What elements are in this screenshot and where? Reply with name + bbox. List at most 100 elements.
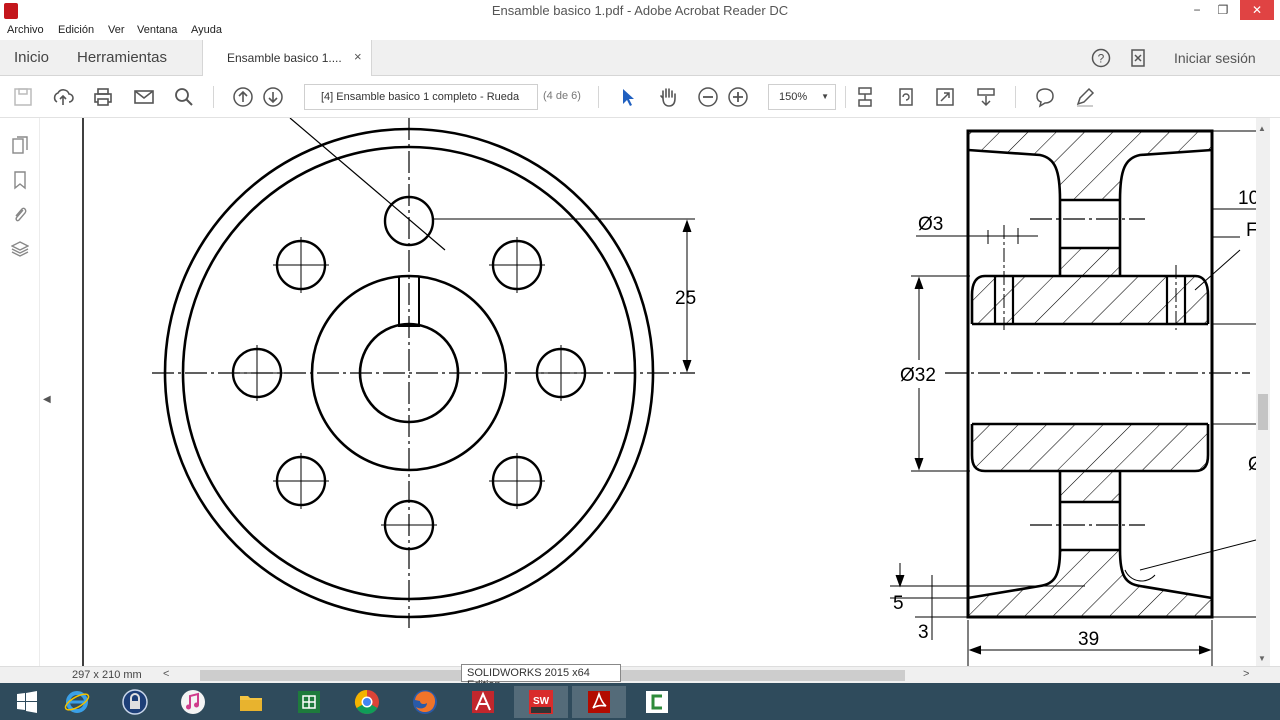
taskbar: SW xyxy=(0,683,1280,720)
hand-tool-icon[interactable] xyxy=(657,86,679,108)
camtasia-icon xyxy=(646,691,668,713)
taskbar-chrome[interactable] xyxy=(340,686,394,718)
acrobat-icon xyxy=(588,691,610,713)
mobile-link-icon[interactable] xyxy=(1128,48,1148,68)
front-view xyxy=(152,118,695,628)
dimension-diameter-3: Ø3 xyxy=(918,214,943,235)
tab-herramientas[interactable]: Herramientas xyxy=(77,49,167,66)
page-size-label: 297 x 210 mm xyxy=(72,669,142,681)
next-page-icon[interactable] xyxy=(262,86,284,108)
upload-cloud-icon[interactable] xyxy=(52,86,74,108)
help-icon[interactable]: ? xyxy=(1091,48,1111,68)
highlight-pen-icon[interactable] xyxy=(1074,86,1096,108)
signin-link[interactable]: Iniciar sesión xyxy=(1174,50,1256,66)
tab-document-label: Ensamble basico 1.... xyxy=(227,51,342,65)
pdf-page: 25 Ø3 Ø32 5 3 39 10 F Ø xyxy=(56,118,1256,666)
tab-inicio[interactable]: Inicio xyxy=(14,49,49,66)
zoom-select[interactable]: 150% ▼ xyxy=(768,84,836,110)
zoom-out-icon[interactable] xyxy=(697,86,719,108)
file-explorer-icon xyxy=(240,696,262,711)
read-mode-icon[interactable] xyxy=(975,86,997,108)
rotate-page-icon[interactable] xyxy=(895,86,917,108)
page-count: (4 de 6) xyxy=(543,90,581,102)
menu-edicion[interactable]: Edición xyxy=(58,24,94,36)
bookmark-icon[interactable] xyxy=(11,170,29,190)
left-sidebar xyxy=(0,118,40,666)
menu-ayuda[interactable]: Ayuda xyxy=(191,24,222,36)
autocad-icon xyxy=(472,691,494,713)
taskbar-camtasia[interactable] xyxy=(630,686,684,718)
vertical-scroll-thumb[interactable] xyxy=(1258,394,1268,430)
close-button[interactable]: ✕ xyxy=(1240,0,1274,20)
scroll-up-icon[interactable]: ▲ xyxy=(1258,124,1266,133)
scroll-right-icon[interactable]: > xyxy=(1243,668,1249,680)
taskbar-file-explorer[interactable] xyxy=(224,686,278,718)
solidworks-icon: SW xyxy=(529,690,553,714)
sidebar-collapse-icon[interactable]: ◀ xyxy=(43,394,51,405)
taskbar-excel[interactable] xyxy=(282,686,336,718)
menu-bar: Archivo Edición Ver Ventana Ayuda xyxy=(0,22,1280,40)
tab-bar: Inicio Herramientas Ensamble basico 1...… xyxy=(0,40,1280,76)
scroll-left-icon[interactable]: < xyxy=(163,668,169,680)
window-title: Ensamble basico 1.pdf - Adobe Acrobat Re… xyxy=(491,3,789,18)
vertical-scrollbar[interactable]: ▲ ▼ xyxy=(1256,118,1270,666)
taskbar-internet-explorer[interactable] xyxy=(50,686,104,718)
search-icon[interactable] xyxy=(173,86,195,108)
taskbar-autocad[interactable] xyxy=(456,686,510,718)
toolbar-separator xyxy=(598,86,599,108)
menu-ver[interactable]: Ver xyxy=(108,24,125,36)
acrobat-window: Ensamble basico 1.pdf - Adobe Acrobat Re… xyxy=(0,0,1280,720)
excel-icon xyxy=(298,691,320,713)
taskbar-keepass[interactable] xyxy=(108,686,162,718)
technical-drawing: 25 Ø3 Ø32 5 3 39 10 F Ø xyxy=(82,118,1256,666)
toolbar: [4] Ensamble basico 1 completo - Rueda (… xyxy=(0,76,1280,118)
dimension-39: 39 xyxy=(1078,629,1099,650)
dimension-25: 25 xyxy=(675,288,696,309)
dimension-10-partial: 10 xyxy=(1238,188,1256,209)
dimension-diameter-32: Ø32 xyxy=(900,365,936,386)
zoom-value: 150% xyxy=(779,91,808,103)
full-screen-icon[interactable] xyxy=(934,86,956,108)
menu-archivo[interactable]: Archivo xyxy=(7,24,44,36)
internet-explorer-icon xyxy=(64,691,90,713)
layers-icon[interactable] xyxy=(11,239,29,259)
toolbar-separator xyxy=(213,86,214,108)
taskbar-firefox[interactable] xyxy=(398,686,452,718)
toolbar-separator xyxy=(1015,86,1016,108)
email-icon[interactable] xyxy=(133,86,155,108)
comment-icon[interactable] xyxy=(1034,86,1056,108)
previous-page-icon[interactable] xyxy=(232,86,254,108)
tab-document[interactable]: Ensamble basico 1.... × xyxy=(202,40,372,76)
keepass-icon xyxy=(122,689,148,715)
tab-close-button[interactable]: × xyxy=(354,49,362,64)
restore-button[interactable]: ❐ xyxy=(1208,0,1238,20)
taskbar-acrobat[interactable] xyxy=(572,686,626,718)
status-bar: 297 x 210 mm < > xyxy=(0,666,1280,683)
itunes-icon xyxy=(181,690,205,714)
taskbar-solidworks[interactable]: SW xyxy=(514,686,568,718)
title-bar: Ensamble basico 1.pdf - Adobe Acrobat Re… xyxy=(0,0,1280,22)
select-arrow-icon[interactable] xyxy=(617,86,639,108)
chrome-icon xyxy=(354,690,379,715)
start-button[interactable] xyxy=(0,686,54,718)
menu-ventana[interactable]: Ventana xyxy=(137,24,177,36)
page-title-field[interactable]: [4] Ensamble basico 1 completo - Rueda xyxy=(304,84,538,110)
save-icon[interactable] xyxy=(12,86,34,108)
print-icon[interactable] xyxy=(92,86,114,108)
taskbar-itunes[interactable] xyxy=(166,686,220,718)
dimension-3: 3 xyxy=(918,622,929,643)
zoom-in-icon[interactable] xyxy=(727,86,749,108)
dimension-5: 5 xyxy=(893,593,904,614)
scroll-down-icon[interactable]: ▼ xyxy=(1258,654,1266,663)
chevron-down-icon: ▼ xyxy=(821,92,829,101)
dimension-f-partial: F xyxy=(1246,220,1256,241)
taskbar-tooltip: SOLIDWORKS 2015 x64 Edition xyxy=(461,664,621,691)
section-view xyxy=(890,129,1256,666)
windows-start-icon xyxy=(17,691,37,713)
attachment-icon[interactable] xyxy=(11,204,29,224)
svg-text:?: ? xyxy=(1098,52,1105,66)
toolbar-separator xyxy=(845,86,846,108)
page-thumbnails-icon[interactable] xyxy=(11,135,29,155)
leader-line xyxy=(289,118,446,251)
scrolling-mode-icon[interactable] xyxy=(854,86,876,108)
